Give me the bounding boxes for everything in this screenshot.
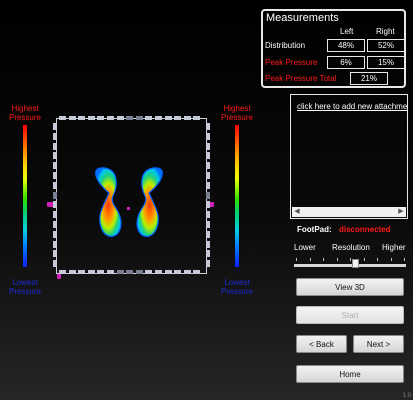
- right-highest-line1: Highest: [223, 104, 251, 113]
- sensor-segment: [206, 162, 210, 170]
- start-button[interactable]: Start: [296, 306, 404, 324]
- left-lowest-line2: Pressure: [8, 287, 41, 296]
- right-lowest-pressure-label: Lowest Pressure: [217, 278, 257, 296]
- sensor-segment: [206, 211, 210, 219]
- resolution-slider-track[interactable]: [294, 264, 406, 267]
- left-highest-line1: Highest: [11, 104, 39, 113]
- sensor-segment: [206, 181, 210, 189]
- footpad-label: FootPad:: [297, 225, 332, 234]
- back-button[interactable]: < Back: [296, 335, 347, 353]
- resolution-tick: [390, 258, 392, 261]
- left-pressure-colorbar: [23, 125, 27, 267]
- resolution-tick: [336, 258, 338, 261]
- resolution-tick: [296, 258, 297, 261]
- sensor-segment: [206, 191, 210, 199]
- view-3d-button[interactable]: View 3D: [296, 278, 404, 296]
- sensor-segment: [206, 230, 210, 238]
- pressure-plate: [53, 116, 210, 274]
- resolution-slider-thumb[interactable]: [351, 259, 359, 268]
- sensor-segment: [206, 132, 210, 140]
- left-footprint: [95, 167, 122, 237]
- sensor-segment: [206, 172, 210, 179]
- measurements-title: Measurements: [266, 12, 339, 24]
- peak-pressure-total-label: Peak Pressure Total: [265, 74, 337, 83]
- right-lowest-line2: Pressure: [220, 287, 253, 296]
- resolution-tick: [377, 258, 378, 261]
- sensor-segment: [206, 260, 210, 268]
- resolution-lower-label: Lower: [294, 243, 316, 252]
- sensor-segment: [206, 201, 210, 209]
- peak-pressure-total-value: 21%: [350, 72, 388, 85]
- distribution-label: Distribution: [265, 41, 306, 50]
- peak-pressure-left-value: 6%: [327, 56, 365, 69]
- right-highest-pressure-label: Highest Pressure: [217, 104, 257, 122]
- scroll-left-icon[interactable]: ◀: [292, 207, 302, 217]
- resolution-higher-label: Higher: [382, 243, 406, 252]
- sensor-segment: [206, 250, 210, 258]
- version-label: 1.0: [402, 393, 411, 399]
- resolution-tick: [363, 258, 365, 261]
- resolution-tick: [309, 258, 311, 261]
- resolution-tick: [404, 258, 405, 261]
- footpad-status: disconnected: [339, 225, 391, 234]
- distribution-left-value: 48%: [327, 39, 365, 52]
- right-footprint: [136, 167, 163, 237]
- resolution-label: Resolution: [332, 243, 370, 252]
- attachment-panel: click here to add new attachment ◀ ▶: [290, 94, 408, 219]
- center-of-pressure-dot: [127, 207, 130, 210]
- sensor-segment: [206, 123, 210, 130]
- left-lowest-line1: Lowest: [12, 278, 38, 287]
- column-right-header: Right: [376, 27, 395, 36]
- right-pressure-colorbar: [235, 125, 239, 267]
- right-lowest-line1: Lowest: [224, 278, 250, 287]
- sensor-segment: [206, 152, 210, 160]
- left-lowest-pressure-label: Lowest Pressure: [5, 278, 45, 296]
- peak-pressure-label: Peak Pressure: [265, 58, 318, 67]
- sensor-segment: [206, 221, 210, 228]
- left-highest-pressure-label: Highest Pressure: [5, 104, 45, 122]
- next-button[interactable]: Next >: [353, 335, 404, 353]
- measurements-panel: Measurements Left Right Distribution 48%…: [261, 9, 406, 88]
- column-left-header: Left: [340, 27, 354, 36]
- horizontal-scrollbar[interactable]: ◀ ▶: [292, 207, 406, 217]
- home-button[interactable]: Home: [296, 365, 404, 383]
- peak-pressure-right-value: 15%: [367, 56, 405, 69]
- foot-pressure-map: [95, 167, 163, 237]
- scroll-right-icon[interactable]: ▶: [396, 207, 406, 217]
- resolution-tick: [323, 258, 324, 261]
- sensor-segment: [206, 142, 210, 150]
- distribution-right-value: 52%: [367, 39, 405, 52]
- add-attachment-link[interactable]: click here to add new attachment: [297, 102, 407, 111]
- right-highest-line2: Pressure: [220, 113, 253, 122]
- sensor-segment: [206, 240, 210, 248]
- left-highest-line2: Pressure: [8, 113, 41, 122]
